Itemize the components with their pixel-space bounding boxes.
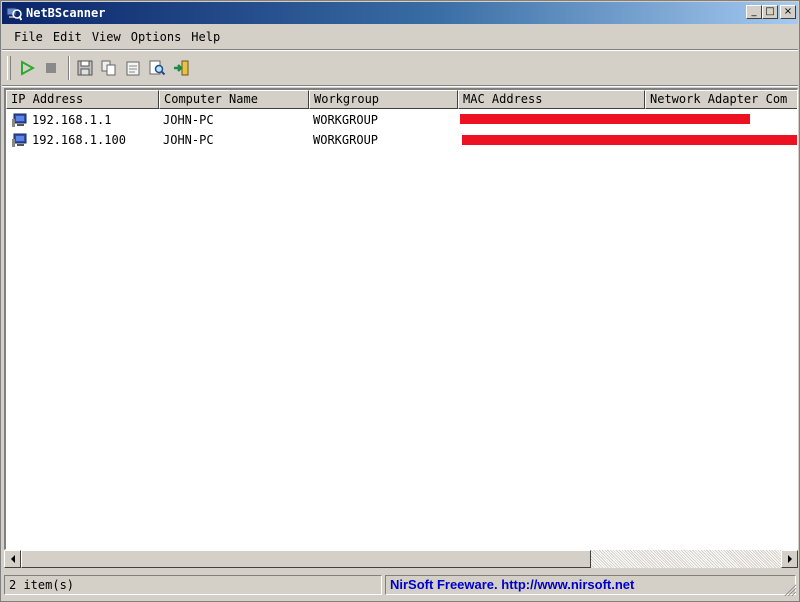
menu-edit[interactable]: Edit [48,30,87,44]
scroll-thumb[interactable] [21,550,591,568]
exit-icon [174,60,189,76]
stop-scan-icon [46,63,56,73]
list-header: IP Address Computer Name Workgroup MAC A… [6,90,797,109]
menu-bar: File Edit View Options Help [2,25,798,49]
stop-scan-button[interactable] [40,57,62,79]
save-button[interactable] [74,57,96,79]
arrow-right-icon [787,555,792,563]
horizontal-scrollbar[interactable] [4,550,798,568]
column-header-mac-address[interactable]: MAC Address [458,90,645,109]
app-window: NetBScanner _ □ × File Edit View Options… [0,0,800,602]
ip-address: 192.168.1.100 [32,133,126,147]
computer-name: JOHN-PC [163,113,214,127]
window-title: NetBScanner [26,6,106,20]
find-icon [149,60,166,76]
title-bar[interactable]: NetBScanner _ □ × [2,2,798,24]
arrow-left-icon [10,555,15,563]
column-header-ip-address[interactable]: IP Address [6,90,159,109]
computer-icon [12,133,27,147]
menu-file[interactable]: File [2,30,48,44]
nirsoft-link[interactable]: NirSoft Freeware. http://www.nirsoft.net [390,577,634,592]
workgroup: WORKGROUP [313,133,379,147]
toolbar [2,51,798,85]
find-button[interactable] [146,57,168,79]
menu-help[interactable]: Help [186,30,225,44]
redaction-bar [462,135,797,145]
status-bar: 2 item(s) NirSoft Freeware. http://www.n… [2,573,798,599]
computer-name: JOHN-PC [163,133,214,147]
minimize-button[interactable]: _ [746,5,762,19]
column-header-workgroup[interactable]: Workgroup [309,90,458,109]
exit-button[interactable] [170,57,192,79]
cell-ip: 192.168.1.100 [6,133,159,148]
start-scan-icon [21,60,35,76]
start-scan-button[interactable] [16,57,38,79]
maximize-button[interactable]: □ [762,5,778,19]
ip-address: 192.168.1.1 [32,113,112,127]
status-item-count: 2 item(s) [4,575,382,595]
redaction-bar [460,114,750,124]
scroll-left-button[interactable] [4,550,21,568]
toolbar-grip [7,56,11,80]
resize-grip[interactable] [784,584,796,596]
copy-button[interactable] [98,57,120,79]
cell-ip: 192.168.1.1 [6,113,159,128]
column-header-network-adapter[interactable]: Network Adapter Com [645,90,797,109]
workgroup: WORKGROUP [313,113,379,127]
toolbar-divider [2,85,798,87]
network-scanner-icon [6,7,22,21]
scroll-right-button[interactable] [781,550,798,568]
toolbar-separator [68,56,70,80]
column-header-computer-name[interactable]: Computer Name [159,90,309,109]
properties-icon [126,61,140,76]
results-list[interactable]: IP Address Computer Name Workgroup MAC A… [4,88,798,550]
save-icon [77,60,93,76]
computer-icon [12,113,27,127]
menu-options[interactable]: Options [126,30,187,44]
close-button[interactable]: × [780,5,796,19]
status-link-pane: NirSoft Freeware. http://www.nirsoft.net [385,575,796,595]
properties-button[interactable] [122,57,144,79]
copy-icon [101,60,116,76]
menu-view[interactable]: View [87,30,126,44]
